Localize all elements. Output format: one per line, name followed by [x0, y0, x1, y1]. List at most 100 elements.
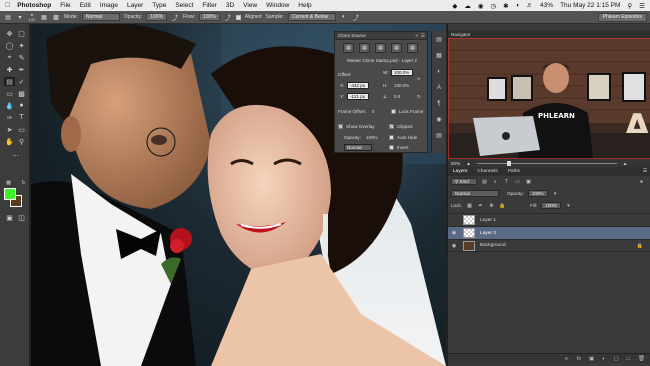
angle-field[interactable]: 0.0: [391, 93, 409, 100]
gradient-tool-icon[interactable]: ▩: [16, 89, 27, 98]
foreground-color-swatch[interactable]: [4, 188, 16, 200]
airbrush-icon[interactable]: ⤴: [224, 13, 232, 22]
clone-stamp-tool-button-icon[interactable]: ▤: [4, 77, 15, 86]
zoom-out-icon[interactable]: ▲: [466, 161, 471, 166]
path-select-tool-icon[interactable]: ➤: [4, 125, 15, 134]
opacity-field[interactable]: 100%: [146, 13, 168, 21]
brush-presets-panel-icon[interactable]: ◉: [434, 115, 444, 124]
default-colors-icon[interactable]: ▩: [3, 178, 14, 187]
layer-blend-select[interactable]: Normal: [451, 190, 499, 197]
zoom-slider[interactable]: [476, 160, 617, 166]
zoom-tool-icon[interactable]: ⚲: [16, 137, 27, 146]
opacity-chevron-icon[interactable]: ▾: [552, 190, 559, 197]
dropbox-icon[interactable]: ◆: [452, 2, 457, 10]
crop-tool-icon[interactable]: ⌖: [4, 53, 15, 62]
h-field[interactable]: 100.0%: [391, 82, 413, 89]
panel-menu-icon[interactable]: ☰: [421, 33, 425, 39]
w-field[interactable]: 100.0%: [391, 69, 413, 76]
frame-offset-field[interactable]: 0: [369, 108, 383, 115]
brush-preview-icon[interactable]: ● 137: [28, 12, 36, 22]
overlay-opacity-field[interactable]: 100%: [363, 134, 379, 141]
move-tool-icon[interactable]: ✥: [4, 29, 15, 38]
add-mask-icon[interactable]: ▣: [589, 356, 594, 362]
hand-tool-icon[interactable]: ✋: [4, 137, 15, 146]
clone-source-panel-icon[interactable]: ▩: [52, 13, 60, 21]
menu-view[interactable]: View: [243, 2, 257, 9]
pressure-size-icon[interactable]: ⤴: [352, 13, 360, 22]
menu-edit[interactable]: Edit: [80, 2, 91, 9]
quick-select-tool-icon[interactable]: ✦: [16, 41, 27, 50]
layers-panel-menu-icon[interactable]: ☰: [643, 169, 647, 174]
overlay-blend-select[interactable]: Normal: [344, 144, 372, 151]
fill-chevron-icon[interactable]: ▾: [565, 202, 572, 209]
type-tool-icon[interactable]: T: [16, 113, 27, 122]
y-field[interactable]: -121 px: [347, 93, 369, 100]
clock[interactable]: Thu May 22 1:15 PM: [560, 2, 620, 9]
menu-window[interactable]: Window: [266, 2, 289, 9]
clone-stamp-tool-icon[interactable]: ▤: [4, 13, 12, 21]
app-name-menu[interactable]: Photoshop: [17, 2, 51, 9]
menu-filter[interactable]: Filter: [202, 2, 216, 9]
lasso-tool-icon[interactable]: ◯: [4, 41, 15, 50]
menu-type[interactable]: Type: [152, 2, 166, 9]
clone-source-title[interactable]: Clone Source: [338, 33, 366, 38]
pressure-opacity-icon[interactable]: ⤴: [171, 13, 179, 22]
filter-shape-icon[interactable]: ▭: [514, 178, 521, 185]
properties-panel-icon[interactable]: ▦: [434, 51, 444, 60]
clone-source-1-button[interactable]: ▤: [343, 43, 354, 53]
adjustment-layer-icon[interactable]: ◐: [602, 356, 605, 362]
visibility-eye-icon[interactable]: ◉: [448, 230, 460, 236]
filter-smart-object-icon[interactable]: ▣: [525, 178, 532, 185]
brush-panel-icon[interactable]: ▦: [40, 13, 48, 21]
filter-adjustment-icon[interactable]: ◐: [492, 178, 499, 185]
swap-colors-icon[interactable]: ↻: [18, 178, 29, 187]
bluetooth-icon[interactable]: ✱: [503, 2, 508, 10]
link-layers-icon[interactable]: ∞: [565, 356, 569, 362]
dodge-tool-icon[interactable]: ●: [16, 101, 27, 110]
tool-preset-chevron-icon[interactable]: ▾: [16, 13, 24, 21]
tab-layers[interactable]: Layers: [451, 169, 469, 174]
layer-row-layer-1[interactable]: Layer 1: [448, 213, 650, 226]
workspace-switcher[interactable]: Phlearn Episodes: [597, 12, 647, 22]
blur-tool-icon[interactable]: 💧: [4, 101, 15, 110]
sample-select[interactable]: Current & Below: [287, 13, 336, 21]
ignore-adjustment-icon[interactable]: ◐: [340, 13, 348, 21]
filter-type-icon[interactable]: T: [503, 178, 510, 185]
clipped-checkbox[interactable]: ✓: [389, 124, 394, 129]
link-icon[interactable]: ∞: [417, 76, 420, 81]
timemachine-icon[interactable]: ◷: [490, 2, 496, 10]
mode-select[interactable]: Normal: [81, 13, 120, 21]
trash-icon[interactable]: 🗑: [638, 356, 645, 362]
menu-select[interactable]: Select: [175, 2, 193, 9]
apple-icon[interactable]: : [5, 2, 10, 9]
clone-source-5-button[interactable]: ▤: [407, 43, 418, 53]
layer-opacity-field[interactable]: 100%: [527, 190, 548, 197]
clone-source-3-button[interactable]: ▤: [375, 43, 386, 53]
brush-tool-icon[interactable]: ✒: [16, 65, 27, 74]
layer-row-background[interactable]: ◉ Background 🔒: [448, 239, 650, 252]
filter-pixel-icon[interactable]: ▤: [481, 178, 488, 185]
layer-kind-select[interactable]: ⚲ Kind: [451, 178, 477, 185]
quick-mask-icon[interactable]: ▣: [4, 213, 15, 222]
marquee-tool-icon[interactable]: ▢: [16, 29, 27, 38]
lock-all-icon[interactable]: 🔒: [499, 202, 506, 209]
invert-checkbox[interactable]: [389, 145, 394, 150]
filter-toggle-icon[interactable]: ●: [638, 178, 645, 185]
notification-center-icon[interactable]: ☰: [639, 2, 645, 10]
layer-name[interactable]: Background: [480, 243, 506, 248]
layer-name[interactable]: Layer 1: [480, 218, 496, 223]
healing-brush-tool-icon[interactable]: ✚: [4, 65, 15, 74]
tab-paths[interactable]: Paths: [506, 169, 522, 174]
history-panel-icon[interactable]: ▤: [434, 35, 444, 44]
zoom-in-icon[interactable]: ▲: [623, 161, 628, 166]
adjustments-panel-icon[interactable]: ◐: [434, 67, 444, 76]
fx-icon[interactable]: fx: [577, 356, 581, 362]
tab-channels[interactable]: Channels: [475, 169, 499, 174]
navigator-preview[interactable]: A PHLEARN: [448, 38, 650, 159]
layer-name[interactable]: Layer 2: [480, 231, 496, 236]
eye-icon[interactable]: ◉: [478, 2, 484, 10]
new-layer-icon[interactable]: □: [627, 356, 630, 362]
visibility-eye-icon[interactable]: ◉: [448, 243, 460, 249]
menu-help[interactable]: Help: [298, 2, 311, 9]
lock-pixels-icon[interactable]: ✒: [477, 202, 484, 209]
